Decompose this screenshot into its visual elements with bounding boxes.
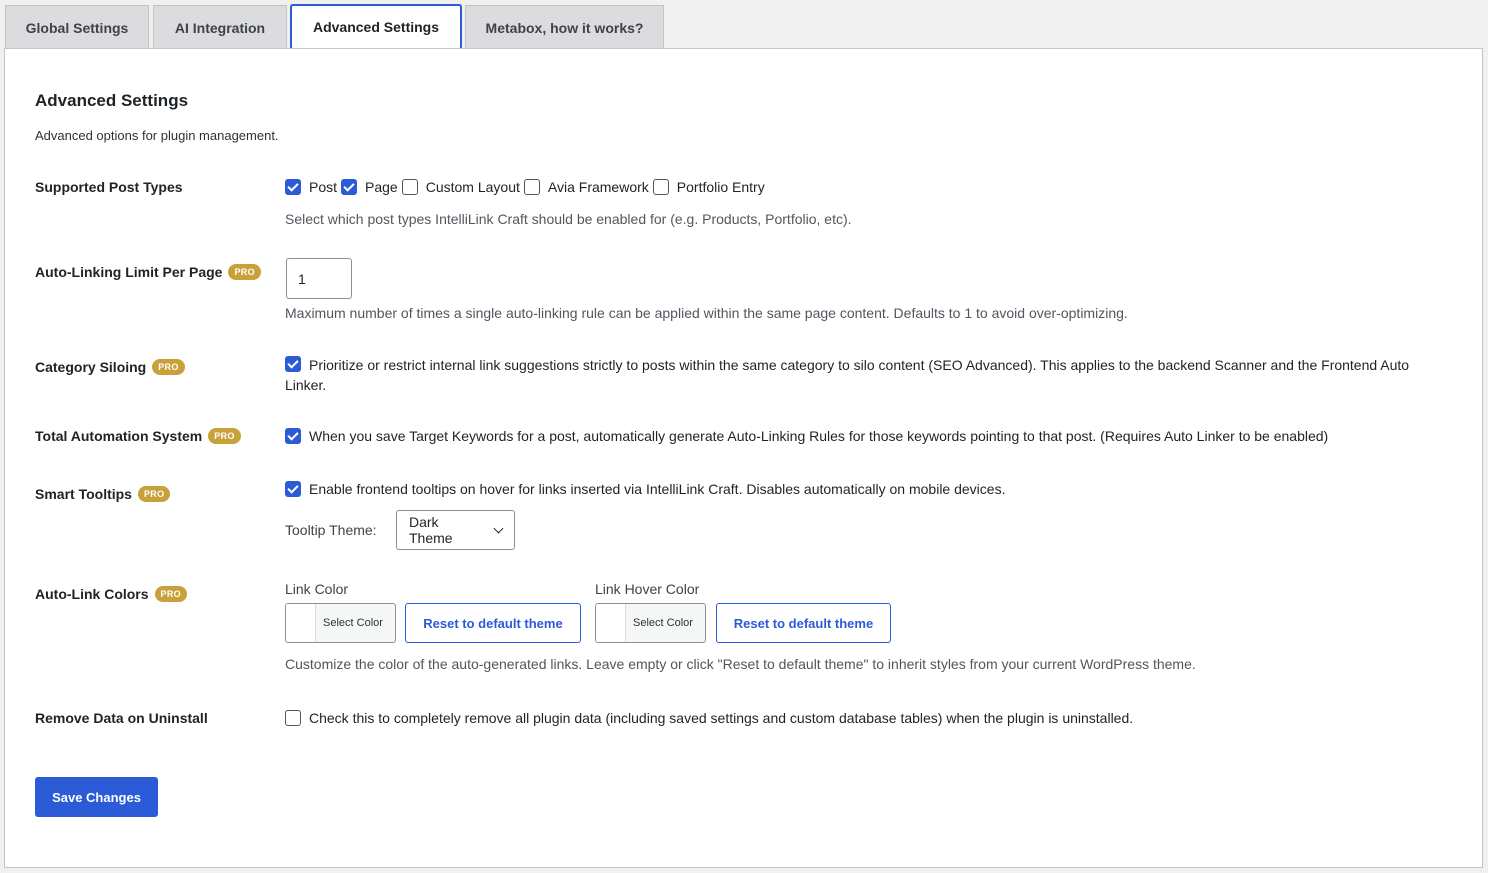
checkbox-page[interactable]	[341, 179, 358, 195]
automation-checkbox[interactable]	[285, 428, 301, 444]
tooltips-text: Enable frontend tooltips on hover for li…	[309, 481, 1006, 497]
uninstall-label-text: Remove Data on Uninstall	[35, 710, 208, 726]
hover-color-select-label: Select Color	[633, 617, 693, 629]
hover-color-picker[interactable]: Select Color	[595, 603, 706, 643]
tooltips-label: Smart Tooltips PRO	[35, 486, 171, 502]
colors-label-text: Auto-Link Colors	[35, 586, 149, 602]
limit-input[interactable]	[286, 258, 352, 299]
checkbox-portfolio-entry-label[interactable]: Portfolio Entry	[677, 179, 765, 195]
post-types-options: Post Page Custom Layout Avia Framework P…	[285, 179, 765, 195]
post-types-label-text: Supported Post Types	[35, 179, 183, 195]
hover-color-swatch	[596, 604, 626, 642]
pro-badge: PRO	[152, 359, 185, 375]
siloing-text: Prioritize or restrict internal link sug…	[285, 357, 1410, 393]
automation-label: Total Automation System PRO	[35, 428, 241, 444]
checkbox-custom-layout-label[interactable]: Custom Layout	[426, 179, 520, 195]
tooltip-theme-label: Tooltip Theme:	[285, 522, 377, 538]
uninstall-checkbox[interactable]	[285, 710, 301, 726]
link-color-select-label: Select Color	[323, 617, 383, 629]
save-changes-button[interactable]: Save Changes	[35, 777, 158, 817]
limit-label-text: Auto-Linking Limit Per Page	[35, 264, 223, 280]
tooltips-label-text: Smart Tooltips	[35, 486, 132, 502]
checkbox-portfolio-entry[interactable]	[652, 179, 669, 195]
siloing-label: Category Siloing PRO	[35, 359, 185, 375]
checkbox-page-label[interactable]: Page	[365, 179, 398, 195]
hover-color-label: Link Hover Color	[595, 581, 700, 597]
checkbox-post[interactable]	[285, 179, 301, 195]
section-description: Advanced options for plugin management.	[35, 128, 279, 143]
link-color-label: Link Color	[285, 581, 349, 597]
tooltips-option: Enable frontend tooltips on hover for li…	[285, 481, 1005, 497]
settings-panel: Advanced Settings Advanced options for p…	[4, 48, 1483, 868]
uninstall-option: Check this to completely remove all plug…	[285, 710, 1133, 726]
colors-help: Customize the color of the auto-generate…	[285, 656, 1196, 672]
pro-badge: PRO	[154, 586, 187, 602]
automation-text: When you save Target Keywords for a post…	[309, 428, 1329, 444]
reset-link-color-button[interactable]: Reset to default theme	[405, 603, 581, 643]
uninstall-text: Check this to completely remove all plug…	[309, 710, 1134, 726]
checkbox-post-label[interactable]: Post	[309, 179, 337, 195]
link-color-swatch	[286, 604, 316, 642]
tooltip-theme-select[interactable]: Dark Theme	[396, 510, 515, 550]
limit-label: Auto-Linking Limit Per Page PRO	[35, 264, 261, 280]
tab-ai-integration[interactable]: AI Integration	[153, 5, 287, 49]
tooltips-checkbox[interactable]	[285, 481, 301, 497]
colors-label: Auto-Link Colors PRO	[35, 586, 187, 602]
checkbox-avia-framework[interactable]	[523, 179, 540, 195]
automation-label-text: Total Automation System	[35, 428, 203, 444]
chevron-down-icon	[493, 523, 504, 533]
uninstall-label: Remove Data on Uninstall	[35, 710, 208, 726]
link-color-picker[interactable]: Select Color	[285, 603, 396, 643]
post-types-help: Select which post types IntelliLink Craf…	[285, 211, 852, 227]
tab-global-settings[interactable]: Global Settings	[5, 5, 149, 49]
checkbox-custom-layout[interactable]	[401, 179, 418, 195]
tab-metabox-how-it-works[interactable]: Metabox, how it works?	[465, 5, 664, 49]
post-types-label: Supported Post Types	[35, 179, 183, 195]
automation-option: When you save Target Keywords for a post…	[285, 428, 1328, 444]
pro-badge: PRO	[137, 486, 171, 502]
tooltip-theme-value: Dark Theme	[409, 514, 453, 546]
pro-badge: PRO	[228, 264, 261, 280]
pro-badge: PRO	[208, 428, 241, 444]
checkbox-avia-framework-label[interactable]: Avia Framework	[548, 179, 649, 195]
tab-advanced-settings[interactable]: Advanced Settings	[290, 4, 462, 50]
siloing-label-text: Category Siloing	[35, 359, 147, 375]
limit-help: Maximum number of times a single auto-li…	[285, 305, 1128, 321]
section-title: Advanced Settings	[35, 91, 189, 110]
reset-hover-color-button[interactable]: Reset to default theme	[716, 603, 891, 643]
